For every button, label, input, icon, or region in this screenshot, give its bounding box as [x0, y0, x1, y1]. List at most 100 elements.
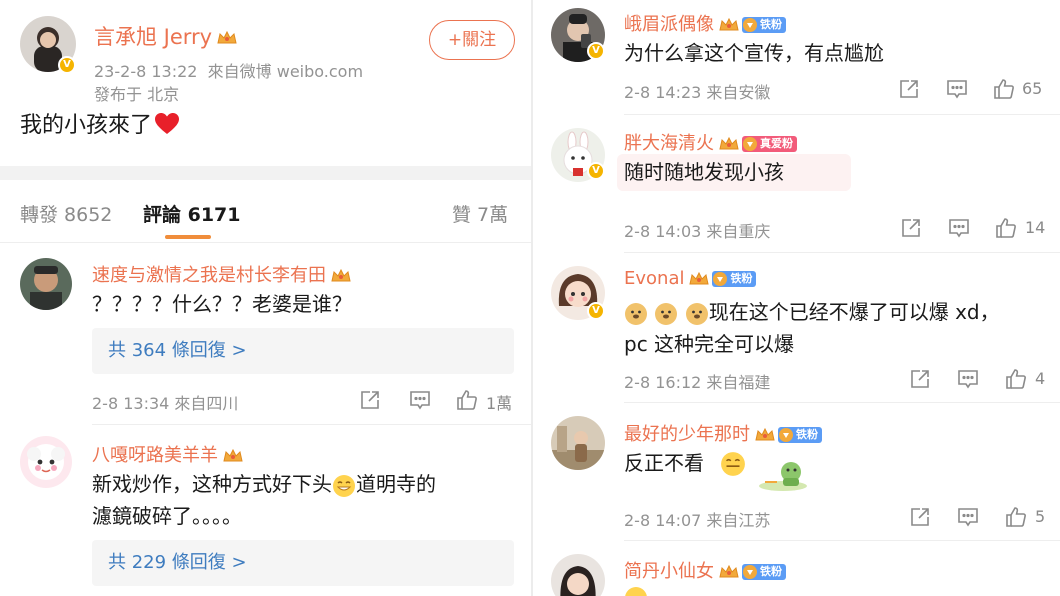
fan-badge-label: 铁粉: [760, 18, 782, 31]
replies-link[interactable]: 共 364 條回復 >: [92, 328, 514, 374]
comment-icon[interactable]: [947, 216, 971, 240]
commenter-name-text[interactable]: 峨眉派偶像: [624, 14, 714, 35]
comment-text-part: 新戏炒作，这种方式好下头: [92, 472, 332, 496]
vip-crown-icon: [719, 564, 739, 578]
post-location: 發布于 北京: [94, 85, 180, 104]
vip-crown-icon: [223, 448, 243, 462]
comment-text: 为什么拿这个宣传，有点尴尬: [624, 41, 884, 65]
comment-text-part: 现在这个已经不爆了可以爆 xd，: [708, 300, 1000, 324]
share-icon[interactable]: [358, 388, 382, 412]
tab-likes[interactable]: 贊 7萬: [452, 200, 508, 227]
like-count: 5: [1035, 507, 1046, 526]
commenter-avatar[interactable]: [551, 416, 605, 470]
verified-badge-icon: V: [58, 56, 76, 74]
commenter-avatar[interactable]: [20, 436, 72, 488]
comment-icon[interactable]: [956, 505, 980, 529]
fan-badge-label: 铁粉: [796, 428, 818, 441]
comment-icon[interactable]: [408, 388, 432, 412]
comment-text: 反正不看: [624, 447, 704, 479]
post-text: 我的小孩來了: [20, 110, 180, 142]
comment-text: ？？？？什么？？老婆是谁？: [92, 292, 352, 316]
comment-icon[interactable]: [945, 77, 969, 101]
vip-crown-icon: [689, 271, 710, 285]
weibo-post-panel: V 言承旭 Jerry 23-2-8 13:22 來自微博 weibo.com …: [0, 0, 531, 596]
commenter-avatar[interactable]: [551, 554, 605, 596]
doge-emoji: [625, 302, 647, 325]
comment-text: 新戏炒作，这种方式好下头 道明寺的 濾鏡破碎了。。。。: [92, 468, 522, 532]
comment-text-part: pc 这种完全可以爆: [624, 332, 795, 356]
post-author-text[interactable]: 言承旭 Jerry: [94, 25, 212, 49]
replies-link[interactable]: 共 229 條回復 >: [92, 540, 514, 586]
comments-panel: V 峨眉派偶像 铁粉 为什么拿这个宣传，有点尴尬 2-8 14:23 来自安徽 6…: [533, 0, 1060, 596]
verified-badge-icon: V: [587, 302, 605, 320]
commenter-name[interactable]: 峨眉派偶像 铁粉: [624, 10, 786, 36]
commenter-name[interactable]: Evonal 铁粉: [624, 268, 757, 289]
like-icon[interactable]: [455, 388, 479, 412]
commenter-name[interactable]: 八嘎呀路美羊羊: [92, 441, 244, 467]
follow-button[interactable]: +關注: [429, 20, 515, 60]
share-icon[interactable]: [908, 367, 932, 391]
comment-text: 随时随地发现小孩: [624, 160, 784, 184]
comment-meta: 2-8 14:23 来自安徽: [624, 83, 771, 102]
grin-emoji: [625, 587, 647, 596]
grin-emoji: [333, 474, 355, 497]
commenter-name-text[interactable]: 速度与激情之我是村长李有田: [92, 265, 326, 286]
post-meta: 23-2-8 13:22 來自微博 weibo.com: [94, 58, 363, 82]
comment-meta: 2-8 16:12 来自福建: [624, 373, 771, 392]
commenter-name-text[interactable]: 简丹小仙女: [624, 561, 714, 582]
post-source: 來自微博 weibo.com: [207, 62, 364, 81]
like-icon[interactable]: [1004, 505, 1028, 529]
post-author-name[interactable]: 言承旭 Jerry: [94, 21, 238, 51]
doge-emoji: [685, 302, 708, 325]
commenter-avatar[interactable]: [20, 258, 72, 310]
fan-badge-label: 铁粉: [730, 272, 753, 285]
vip-crown-icon: [755, 427, 775, 441]
share-icon[interactable]: [897, 77, 921, 101]
fan-badge-label: 真爱粉: [760, 137, 793, 150]
comment-divider: [624, 402, 1060, 403]
comment-meta: 2-8 14:03 来自重庆: [624, 222, 771, 241]
verified-badge-icon: V: [587, 162, 605, 180]
comment-divider: [92, 424, 531, 425]
heart-emoji: [155, 113, 180, 134]
comment-divider: [624, 114, 1060, 115]
tab-reposts[interactable]: 轉發 8652: [20, 200, 112, 227]
commenter-name-text[interactable]: 胖大海清火: [624, 133, 714, 154]
comment-text-part: 反正不看: [624, 451, 704, 475]
vip-crown-icon: [331, 268, 351, 282]
fan-badge: 铁粉: [742, 564, 786, 580]
comment-text-part: 道明寺的: [356, 472, 436, 496]
commenter-name[interactable]: 最好的少年那时 铁粉: [624, 420, 822, 446]
comment-divider: [624, 540, 1060, 541]
commenter-name-text[interactable]: Evonal: [624, 268, 684, 289]
like-count: 1萬: [486, 394, 513, 413]
comment-text: 现在这个已经不爆了可以爆 xd， pc 这种完全可以爆: [624, 296, 1054, 360]
like-icon[interactable]: [994, 216, 1018, 240]
share-icon[interactable]: [908, 505, 932, 529]
commenter-name[interactable]: 胖大海清火 真爱粉: [624, 129, 797, 155]
like-icon[interactable]: [1004, 367, 1028, 391]
vip-crown-icon: [217, 30, 237, 44]
comment-text-part: 濾鏡破碎了。。。。: [92, 504, 242, 528]
dinosaur-sticker: [759, 462, 807, 491]
fan-badge: 铁粉: [778, 427, 822, 443]
commenter-name[interactable]: 速度与激情之我是村长李有田: [92, 261, 352, 287]
active-tab-indicator: [165, 235, 211, 239]
share-icon[interactable]: [899, 216, 923, 240]
commenter-name[interactable]: 简丹小仙女 铁粉: [624, 557, 786, 583]
tab-comments[interactable]: 評論 6171: [143, 200, 241, 227]
fan-badge-label: 铁粉: [760, 565, 782, 578]
like-count: 14: [1025, 218, 1046, 237]
grin-emoji: [721, 452, 745, 476]
fan-badge: 真爱粉: [742, 136, 797, 152]
commenter-name-text[interactable]: 八嘎呀路美羊羊: [92, 445, 218, 466]
like-icon[interactable]: [992, 77, 1016, 101]
comment-icon[interactable]: [956, 367, 980, 391]
fan-badge: 铁粉: [712, 271, 757, 287]
section-divider: [0, 166, 531, 180]
comment-meta: 2-8 14:07 来自江苏: [624, 511, 771, 530]
post-timestamp: 23-2-8 13:22: [94, 62, 198, 81]
comment-meta: 2-8 13:34 來自四川: [92, 394, 239, 413]
vip-crown-icon: [719, 17, 739, 31]
commenter-name-text[interactable]: 最好的少年那时: [624, 424, 750, 445]
